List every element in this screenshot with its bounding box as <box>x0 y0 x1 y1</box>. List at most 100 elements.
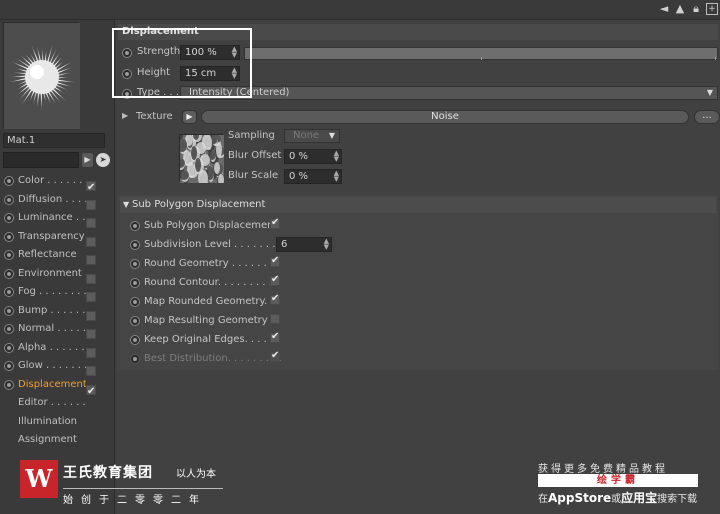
blur-offset-row: Blur Offset 0 % ▲ ▼ <box>228 148 468 166</box>
strength-row: Strength 100 % ▲ ▼ <box>118 44 718 62</box>
height-field[interactable]: 15 cm ▲ ▼ <box>180 66 240 81</box>
sub-polygon-checkbox[interactable] <box>270 314 280 324</box>
channel-radio[interactable] <box>4 250 14 260</box>
channel-checkbox[interactable] <box>86 310 96 321</box>
blur-scale-field[interactable]: 0 % ▲ ▼ <box>284 169 342 184</box>
animate-radio[interactable] <box>130 221 140 231</box>
up-arrow-icon[interactable]: ▲ <box>674 3 686 15</box>
channel-radio[interactable] <box>4 287 14 297</box>
channel-checkbox[interactable] <box>86 218 96 228</box>
channel-item-glow[interactable]: Glow . . . . . . . . <box>3 357 113 376</box>
spinner-icon[interactable]: ▲ ▼ <box>324 238 329 251</box>
channel-item-luminance[interactable]: Luminance . . . <box>3 209 113 228</box>
animate-radio[interactable] <box>130 335 140 345</box>
strength-field[interactable]: 100 % ▲ ▼ <box>180 45 240 60</box>
type-row: Type . . . Intensity (Centered) ▼ <box>118 85 718 103</box>
channel-item-displacement[interactable]: Displacement <box>3 376 113 401</box>
channel-item-fog[interactable]: Fog . . . . . . . . <box>3 283 113 302</box>
lock-icon[interactable]: 🔒︎ <box>690 3 702 15</box>
animate-radio[interactable] <box>130 297 140 307</box>
sub-polygon-label: Round Contour. . . . . . . . . . <box>144 277 279 288</box>
animate-radio[interactable] <box>130 259 140 269</box>
channel-label: Luminance . . . <box>18 212 86 223</box>
blur-offset-field[interactable]: 0 % ▲ ▼ <box>284 149 342 164</box>
strength-animate-radio[interactable] <box>122 48 132 58</box>
channel-checkbox[interactable] <box>86 329 96 339</box>
new-panel-icon[interactable]: + <box>706 3 718 15</box>
material-link-input[interactable] <box>3 152 79 168</box>
channel-radio[interactable] <box>4 305 14 316</box>
channel-radio[interactable] <box>4 176 14 186</box>
channel-checkbox[interactable] <box>86 236 96 247</box>
channel-item-diffusion[interactable]: Diffusion . . . . <box>3 191 113 210</box>
channel-checkbox[interactable] <box>86 273 96 284</box>
expand-triangle-icon[interactable]: ▶ <box>122 111 128 120</box>
channel-label: Color . . . . . . . <box>18 175 86 186</box>
animate-radio[interactable] <box>130 316 140 326</box>
promo-download-text: 在AppStore或应用宝搜索下载 <box>538 489 697 506</box>
back-arrow-icon[interactable]: ◄ <box>658 3 670 15</box>
spinner-icon[interactable]: ▲ ▼ <box>232 46 237 59</box>
sub-polygon-checkbox[interactable] <box>270 217 280 229</box>
promo-mid: 或 <box>611 494 622 505</box>
channel-item-assignment[interactable]: Assignment <box>3 431 113 450</box>
channel-item-transparency[interactable]: Transparency <box>3 228 113 247</box>
texture-menu-button[interactable]: ▶ <box>182 110 197 124</box>
channel-item-alpha[interactable]: Alpha . . . . . . . <box>3 339 113 358</box>
strength-slider[interactable] <box>244 47 718 60</box>
channel-checkbox[interactable] <box>86 347 96 358</box>
type-dropdown[interactable]: Intensity (Centered) ▼ <box>180 86 718 100</box>
type-animate-radio[interactable] <box>122 89 132 99</box>
channel-item-editor[interactable]: Editor . . . . . . . <box>3 394 113 413</box>
channel-radio[interactable] <box>4 342 14 353</box>
sub-polygon-label: Map Rounded Geometry. . <box>144 296 274 307</box>
top-toolbar-icons: ◄ ▲ 🔒︎ + <box>658 3 718 15</box>
spinner-icon[interactable]: ▲ ▼ <box>334 150 339 163</box>
channel-label: Editor . . . . . . . <box>18 397 86 408</box>
channel-item-color[interactable]: Color . . . . . . . <box>3 172 113 197</box>
channel-radio[interactable] <box>4 268 14 279</box>
texture-name-button[interactable]: Noise <box>201 110 689 124</box>
channel-item-illumination[interactable]: Illumination <box>3 413 113 432</box>
channel-radio[interactable] <box>4 194 14 205</box>
channel-checkbox[interactable] <box>86 255 96 265</box>
sub-polygon-checkbox[interactable] <box>270 274 280 286</box>
sub-polygon-row: Map Resulting Geometry . <box>126 312 426 331</box>
sub-polygon-label: Map Resulting Geometry . <box>144 315 275 326</box>
animate-radio[interactable] <box>130 240 140 250</box>
channel-checkbox[interactable] <box>86 366 96 376</box>
channel-radio[interactable] <box>4 231 14 242</box>
material-link-row: ▶ ➤ <box>3 152 111 168</box>
channel-radio[interactable] <box>4 361 14 371</box>
channel-radio[interactable] <box>4 379 14 390</box>
texture-more-button[interactable]: ... <box>694 110 720 124</box>
promo-suffix: 搜索下载 <box>657 494 698 505</box>
sampling-dropdown[interactable]: None ▼ <box>284 129 340 143</box>
spinner-icon[interactable]: ▲ ▼ <box>232 67 237 80</box>
animate-radio[interactable] <box>130 354 140 364</box>
channel-checkbox[interactable] <box>86 292 96 302</box>
sub-polygon-checkbox[interactable] <box>270 293 280 305</box>
material-name[interactable]: Mat.1 <box>3 133 105 148</box>
channel-item-bump[interactable]: Bump . . . . . . . <box>3 302 113 321</box>
sub-polygon-header[interactable]: ▼ Sub Polygon Displacement <box>120 197 716 213</box>
expand-arrow-icon[interactable]: ▶ <box>82 153 93 167</box>
spinner-icon[interactable]: ▲ ▼ <box>334 170 339 183</box>
height-animate-radio[interactable] <box>122 69 132 79</box>
subdivision-level-field[interactable]: 6 ▲ ▼ <box>276 237 332 252</box>
channel-checkbox[interactable] <box>86 199 96 210</box>
channel-radio[interactable] <box>4 324 14 334</box>
channel-checkbox[interactable] <box>86 179 96 197</box>
channel-item-environment[interactable]: Environment <box>3 265 113 284</box>
animate-radio[interactable] <box>130 278 140 288</box>
sub-polygon-checkbox[interactable] <box>270 331 280 343</box>
channel-checkbox[interactable] <box>86 383 96 401</box>
section-title-displacement: Displacement <box>118 24 718 40</box>
channel-radio[interactable] <box>4 213 14 223</box>
chevron-down-icon: ▼ <box>328 131 335 140</box>
channel-item-normal[interactable]: Normal . . . . . . <box>3 320 113 339</box>
pick-cursor-icon[interactable]: ➤ <box>96 153 110 167</box>
channel-item-reflectance[interactable]: Reflectance <box>3 246 113 265</box>
blur-offset-label: Blur Offset <box>228 150 282 161</box>
sub-polygon-checkbox[interactable] <box>270 255 280 267</box>
